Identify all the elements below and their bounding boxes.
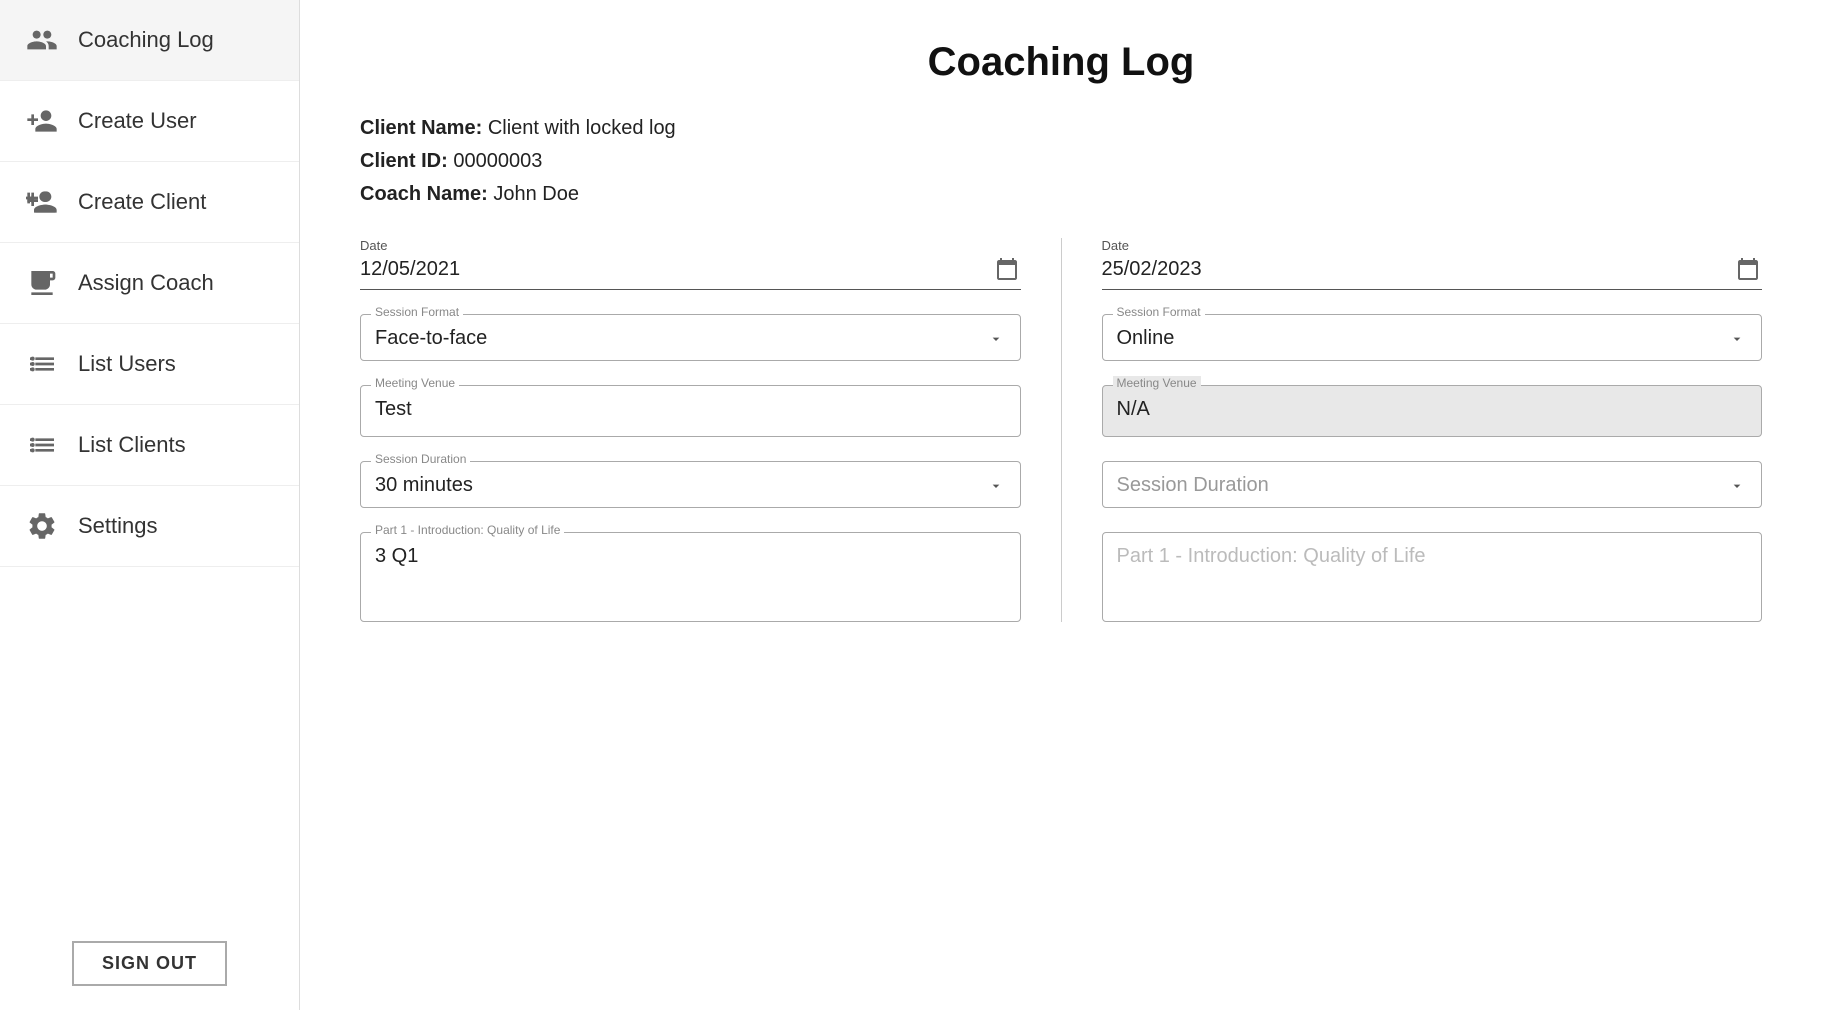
left-meeting-venue-wrapper[interactable]: Meeting Venue Test bbox=[360, 385, 1021, 437]
left-date-label: Date bbox=[360, 238, 1021, 253]
sidebar-label-list-users: List Users bbox=[78, 351, 176, 377]
left-calendar-icon[interactable] bbox=[993, 255, 1021, 283]
left-date-group: Date 12/05/2021 bbox=[360, 238, 1021, 290]
client-id-label: Client ID: bbox=[360, 150, 448, 172]
right-session-format-value: Online bbox=[1117, 327, 1175, 350]
main-content: Coaching Log Client Name: Client with lo… bbox=[300, 0, 1822, 1010]
right-session-format-wrapper[interactable]: Session Format Online bbox=[1102, 314, 1763, 361]
right-column: Date 25/02/2023 Session Format Online bbox=[1102, 238, 1763, 622]
sidebar-label-assign-coach: Assign Coach bbox=[78, 270, 214, 296]
right-date-value: 25/02/2023 bbox=[1102, 258, 1735, 281]
coach-name-row: Coach Name: John Doe bbox=[360, 183, 1762, 206]
left-session-format-wrapper[interactable]: Session Format Face-to-face bbox=[360, 314, 1021, 361]
log-columns: Date 12/05/2021 Session Format Face-to-f… bbox=[360, 238, 1762, 622]
sidebar-item-assign-coach[interactable]: Assign Coach bbox=[0, 243, 299, 324]
client-info: Client Name: Client with locked log Clie… bbox=[360, 117, 1762, 206]
right-session-duration-row: Session Duration bbox=[1117, 474, 1748, 497]
right-date-group: Date 25/02/2023 bbox=[1102, 238, 1763, 290]
sidebar-label-create-user: Create User bbox=[78, 108, 197, 134]
list-users-icon bbox=[24, 346, 60, 382]
column-divider bbox=[1061, 238, 1062, 622]
coach-name-value: John Doe bbox=[493, 183, 579, 205]
create-client-icon bbox=[24, 184, 60, 220]
right-calendar-icon[interactable] bbox=[1734, 255, 1762, 283]
list-clients-icon bbox=[24, 427, 60, 463]
sidebar-item-list-clients[interactable]: List Clients bbox=[0, 405, 299, 486]
client-name-row: Client Name: Client with locked log bbox=[360, 117, 1762, 140]
left-meeting-venue-legend: Meeting Venue bbox=[371, 376, 459, 390]
right-date-field[interactable]: 25/02/2023 bbox=[1102, 255, 1763, 290]
right-session-format-arrow[interactable] bbox=[1727, 329, 1747, 349]
settings-icon bbox=[24, 508, 60, 544]
left-meeting-venue-value: Test bbox=[375, 398, 1006, 426]
client-name-label: Client Name: bbox=[360, 117, 482, 139]
sidebar: Coaching Log Create User Create Client bbox=[0, 0, 300, 1010]
right-meeting-venue-value: N/A bbox=[1117, 398, 1748, 426]
sign-out-area: SIGN OUT bbox=[0, 917, 299, 1010]
sidebar-label-coaching-log: Coaching Log bbox=[78, 27, 214, 53]
left-session-format-legend: Session Format bbox=[371, 305, 463, 319]
client-id-row: Client ID: 00000003 bbox=[360, 150, 1762, 173]
left-session-duration-legend: Session Duration bbox=[371, 452, 470, 466]
right-session-duration-placeholder: Session Duration bbox=[1117, 474, 1269, 497]
sidebar-label-list-clients: List Clients bbox=[78, 432, 186, 458]
client-name-value: Client with locked log bbox=[488, 117, 676, 139]
sidebar-item-coaching-log[interactable]: Coaching Log bbox=[0, 0, 299, 81]
right-part1-placeholder: Part 1 - Introduction: Quality of Life bbox=[1117, 545, 1748, 568]
sign-out-button[interactable]: SIGN OUT bbox=[72, 941, 227, 986]
left-session-duration-arrow[interactable] bbox=[986, 476, 1006, 496]
left-session-format-arrow[interactable] bbox=[986, 329, 1006, 349]
left-session-format-row: Face-to-face bbox=[375, 327, 1006, 350]
left-session-duration-wrapper[interactable]: Session Duration 30 minutes bbox=[360, 461, 1021, 508]
right-session-format-legend: Session Format bbox=[1113, 305, 1205, 319]
sidebar-item-list-users[interactable]: List Users bbox=[0, 324, 299, 405]
right-date-label: Date bbox=[1102, 238, 1763, 253]
left-part1-wrapper[interactable]: Part 1 - Introduction: Quality of Life 3… bbox=[360, 532, 1021, 622]
left-session-format-value: Face-to-face bbox=[375, 327, 487, 350]
right-meeting-venue-wrapper: Meeting Venue N/A bbox=[1102, 385, 1763, 437]
sidebar-label-settings: Settings bbox=[78, 513, 158, 539]
coach-name-label: Coach Name: bbox=[360, 183, 488, 205]
right-part1-wrapper[interactable]: Part 1 - Introduction: Quality of Life bbox=[1102, 532, 1763, 622]
sidebar-item-create-client[interactable]: Create Client bbox=[0, 162, 299, 243]
left-column: Date 12/05/2021 Session Format Face-to-f… bbox=[360, 238, 1021, 622]
right-meeting-venue-legend: Meeting Venue bbox=[1113, 376, 1201, 390]
page-title: Coaching Log bbox=[360, 40, 1762, 85]
sidebar-item-create-user[interactable]: Create User bbox=[0, 81, 299, 162]
sidebar-item-settings[interactable]: Settings bbox=[0, 486, 299, 567]
right-session-format-row: Online bbox=[1117, 327, 1748, 350]
right-session-duration-arrow[interactable] bbox=[1727, 476, 1747, 496]
left-date-value: 12/05/2021 bbox=[360, 258, 993, 281]
create-user-icon bbox=[24, 103, 60, 139]
left-part1-value: 3 Q1 bbox=[375, 545, 1006, 568]
coaching-log-icon bbox=[24, 22, 60, 58]
left-session-duration-row: 30 minutes bbox=[375, 474, 1006, 497]
left-part1-legend: Part 1 - Introduction: Quality of Life bbox=[371, 523, 564, 537]
right-session-duration-wrapper[interactable]: Session Duration bbox=[1102, 461, 1763, 508]
assign-coach-icon bbox=[24, 265, 60, 301]
sidebar-label-create-client: Create Client bbox=[78, 189, 206, 215]
left-date-field[interactable]: 12/05/2021 bbox=[360, 255, 1021, 290]
client-id-value: 00000003 bbox=[453, 150, 542, 172]
left-session-duration-value: 30 minutes bbox=[375, 474, 473, 497]
